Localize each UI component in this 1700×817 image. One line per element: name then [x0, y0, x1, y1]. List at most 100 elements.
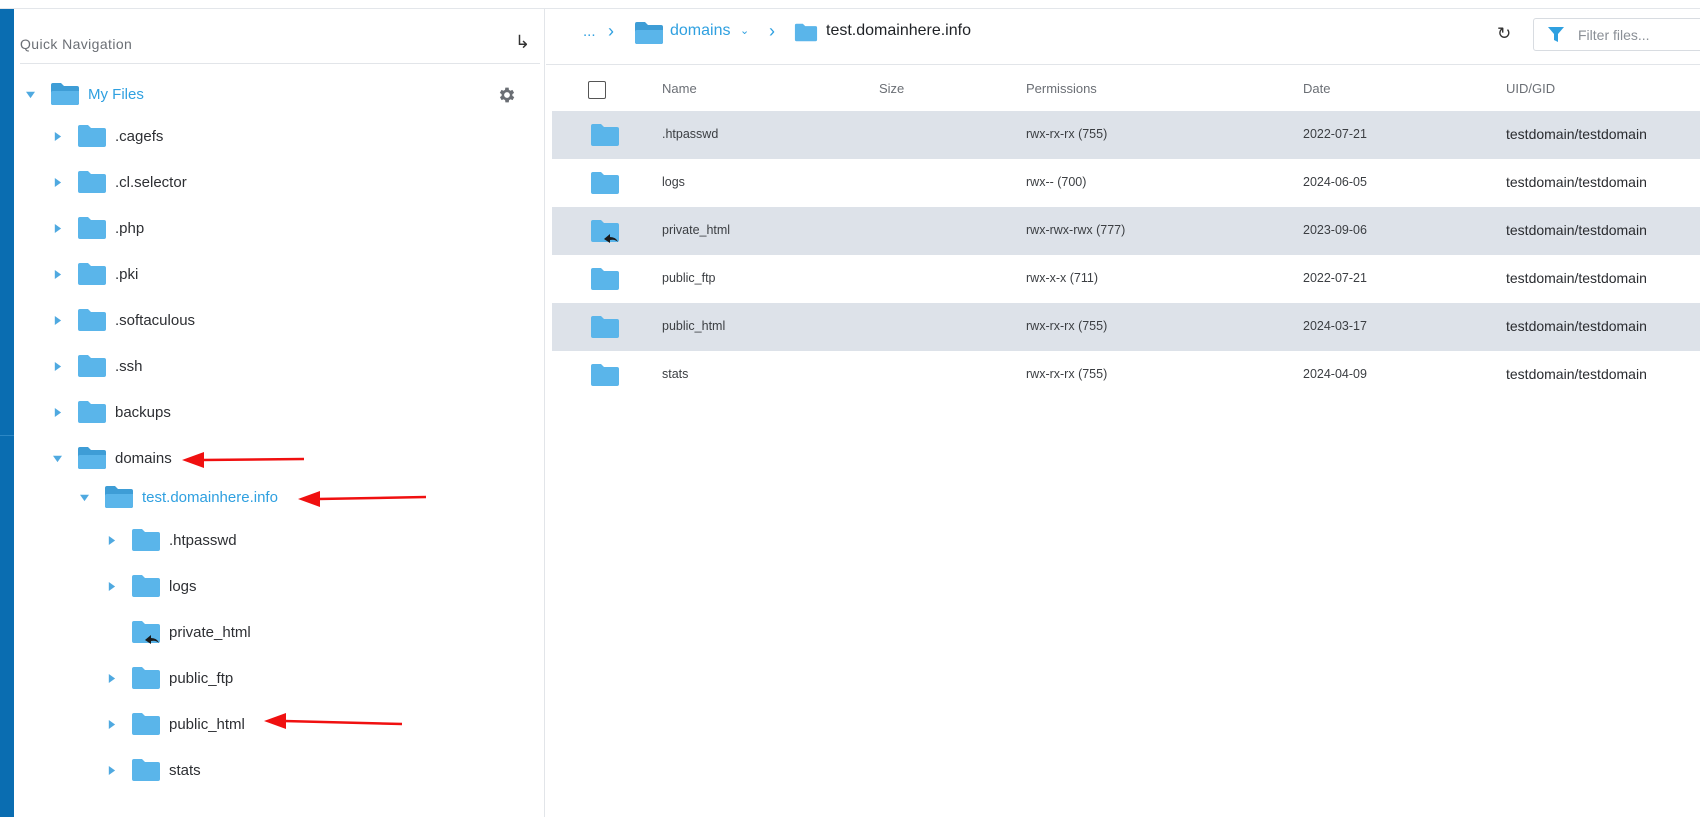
chevron-right-icon[interactable]	[105, 718, 117, 730]
cell-permissions: rwx-rx-rx (755)	[1026, 367, 1108, 381]
column-header-size[interactable]: Size	[879, 81, 904, 96]
tree-item-public-html[interactable]: public_html	[105, 707, 245, 741]
cell-name[interactable]: private_html	[662, 223, 730, 237]
tree-item-domains[interactable]: domains	[51, 441, 172, 475]
filter-icon	[1548, 26, 1564, 42]
folder-icon	[132, 713, 160, 735]
top-border	[0, 0, 1700, 9]
tree-item-logs[interactable]: logs	[105, 569, 197, 603]
cell-uid-gid: testdomain/testdomain	[1506, 318, 1647, 334]
filter-box[interactable]	[1533, 18, 1700, 51]
tree-item-dot-softaculous[interactable]: .softaculous	[51, 303, 195, 337]
cell-date: 2022-07-21	[1303, 127, 1367, 141]
tree-item-dot-pki[interactable]: .pki	[51, 257, 138, 291]
chevron-right-icon[interactable]	[51, 268, 63, 280]
cell-name[interactable]: public_ftp	[662, 271, 716, 285]
tree-item-dot-cagefs[interactable]: .cagefs	[51, 119, 163, 153]
chevron-down-icon[interactable]	[51, 452, 63, 464]
tree-item-label: backups	[115, 403, 171, 421]
return-arrow-icon[interactable]: ↳	[515, 32, 530, 53]
chevron-right-icon: ›	[608, 21, 614, 41]
chevron-right-icon[interactable]	[51, 176, 63, 188]
cell-date: 2024-03-17	[1303, 319, 1367, 333]
folder-icon	[78, 171, 106, 193]
chevron-down-icon[interactable]: ⌄	[740, 24, 749, 37]
chevron-right-icon[interactable]	[51, 406, 63, 418]
breadcrumb-parent[interactable]: domains	[670, 22, 730, 40]
chevron-right-icon[interactable]	[51, 360, 63, 372]
cell-permissions: rwx-rx-rx (755)	[1026, 319, 1108, 333]
folder-link-icon	[132, 621, 160, 644]
folder-icon	[78, 309, 106, 331]
tree-item-label: public_ftp	[169, 669, 234, 687]
file-manager: Quick Navigation ↳ My Files .cagefs .cl.s…	[0, 0, 1700, 817]
cell-name[interactable]: .htpasswd	[662, 127, 718, 141]
folder-icon	[132, 759, 160, 781]
tree-root-label: My Files	[88, 85, 144, 103]
column-header-permissions[interactable]: Permissions	[1026, 81, 1097, 96]
folder-icon	[132, 575, 160, 597]
folder-icon	[78, 125, 106, 147]
filter-input[interactable]	[1578, 26, 1698, 43]
cell-date: 2022-07-21	[1303, 271, 1367, 285]
tree-item-dot-htpasswd[interactable]: .htpasswd	[105, 523, 237, 557]
gear-icon[interactable]	[497, 85, 517, 105]
cell-date: 2024-06-05	[1303, 175, 1367, 189]
table-row[interactable]: private_html rwx-rwx-rwx (777) 2023-09-06 t…	[552, 207, 1700, 255]
select-all-checkbox[interactable]	[588, 81, 606, 99]
tree-item-public-ftp[interactable]: public_ftp	[105, 661, 233, 695]
table-row[interactable]: logs rwx-- (700) 2024-06-05 testdomain/test…	[552, 159, 1700, 207]
left-accent-bar	[0, 9, 14, 817]
tree-root-my-files[interactable]: My Files	[24, 77, 144, 111]
chevron-down-icon[interactable]	[78, 491, 90, 503]
tree-item-label: domains	[115, 449, 172, 467]
cell-name[interactable]: public_html	[662, 319, 725, 333]
cell-name[interactable]: logs	[662, 175, 685, 189]
folder-open-icon	[635, 22, 663, 44]
column-header-uid-gid[interactable]: UID/GID	[1506, 81, 1555, 96]
cell-uid-gid: testdomain/testdomain	[1506, 222, 1647, 238]
table-row[interactable]: .htpasswd rwx-rx-rx (755) 2022-07-21 testdo…	[552, 111, 1700, 159]
chevron-right-icon[interactable]	[105, 580, 117, 592]
quick-navigation-header: Quick Navigation ↳	[20, 24, 540, 64]
quick-navigation-sidebar: Quick Navigation ↳ My Files .cagefs .cl.s…	[14, 9, 545, 817]
chevron-right-icon[interactable]	[105, 672, 117, 684]
chevron-right-icon[interactable]	[51, 222, 63, 234]
quick-navigation-title: Quick Navigation	[20, 36, 133, 52]
column-header-name[interactable]: Name	[662, 81, 697, 96]
chevron-down-icon[interactable]	[24, 88, 36, 100]
tree-item-test-domainhere-info[interactable]: test.domainhere.info	[78, 480, 278, 514]
refresh-icon[interactable]: ↻	[1497, 24, 1511, 44]
tree-item-dot-cl-selector[interactable]: .cl.selector	[51, 165, 187, 199]
tree-item-label: test.domainhere.info	[142, 488, 278, 506]
chevron-right-icon[interactable]	[105, 534, 117, 546]
chevron-right-icon[interactable]	[51, 314, 63, 326]
tree-item-label: .ssh	[115, 357, 143, 375]
tree-item-stats[interactable]: stats	[105, 753, 201, 787]
column-header-date[interactable]: Date	[1303, 81, 1330, 96]
tree-item-label: stats	[169, 761, 201, 779]
table-row[interactable]: stats rwx-rx-rx (755) 2024-04-09 testdomain…	[552, 351, 1700, 399]
folder-open-icon	[51, 83, 79, 105]
folder-icon	[591, 124, 619, 146]
tree-item-dot-php[interactable]: .php	[51, 211, 144, 245]
chevron-right-icon[interactable]	[51, 130, 63, 142]
tree-item-dot-ssh[interactable]: .ssh	[51, 349, 143, 383]
tree-item-label: public_html	[169, 715, 245, 733]
breadcrumb-ellipsis[interactable]: ...	[583, 23, 596, 40]
cell-name[interactable]: stats	[662, 367, 688, 381]
table-row[interactable]: public_ftp rwx-x-x (711) 2022-07-21 testdom…	[552, 255, 1700, 303]
table-row[interactable]: public_html rwx-rx-rx (755) 2024-03-17 test…	[552, 303, 1700, 351]
cell-uid-gid: testdomain/testdomain	[1506, 366, 1647, 382]
tree-item-label: .cl.selector	[115, 173, 187, 191]
folder-icon	[591, 268, 619, 290]
folder-open-icon	[105, 486, 133, 508]
cell-permissions: rwx-rx-rx (755)	[1026, 127, 1108, 141]
cell-permissions: rwx-- (700)	[1026, 175, 1087, 189]
tree-item-private-html[interactable]: private_html	[105, 615, 251, 649]
folder-icon	[78, 355, 106, 377]
tree-item-backups[interactable]: backups	[51, 395, 171, 429]
chevron-right-icon[interactable]	[105, 764, 117, 776]
folder-icon	[591, 172, 619, 194]
tree-item-label: .php	[115, 219, 145, 237]
